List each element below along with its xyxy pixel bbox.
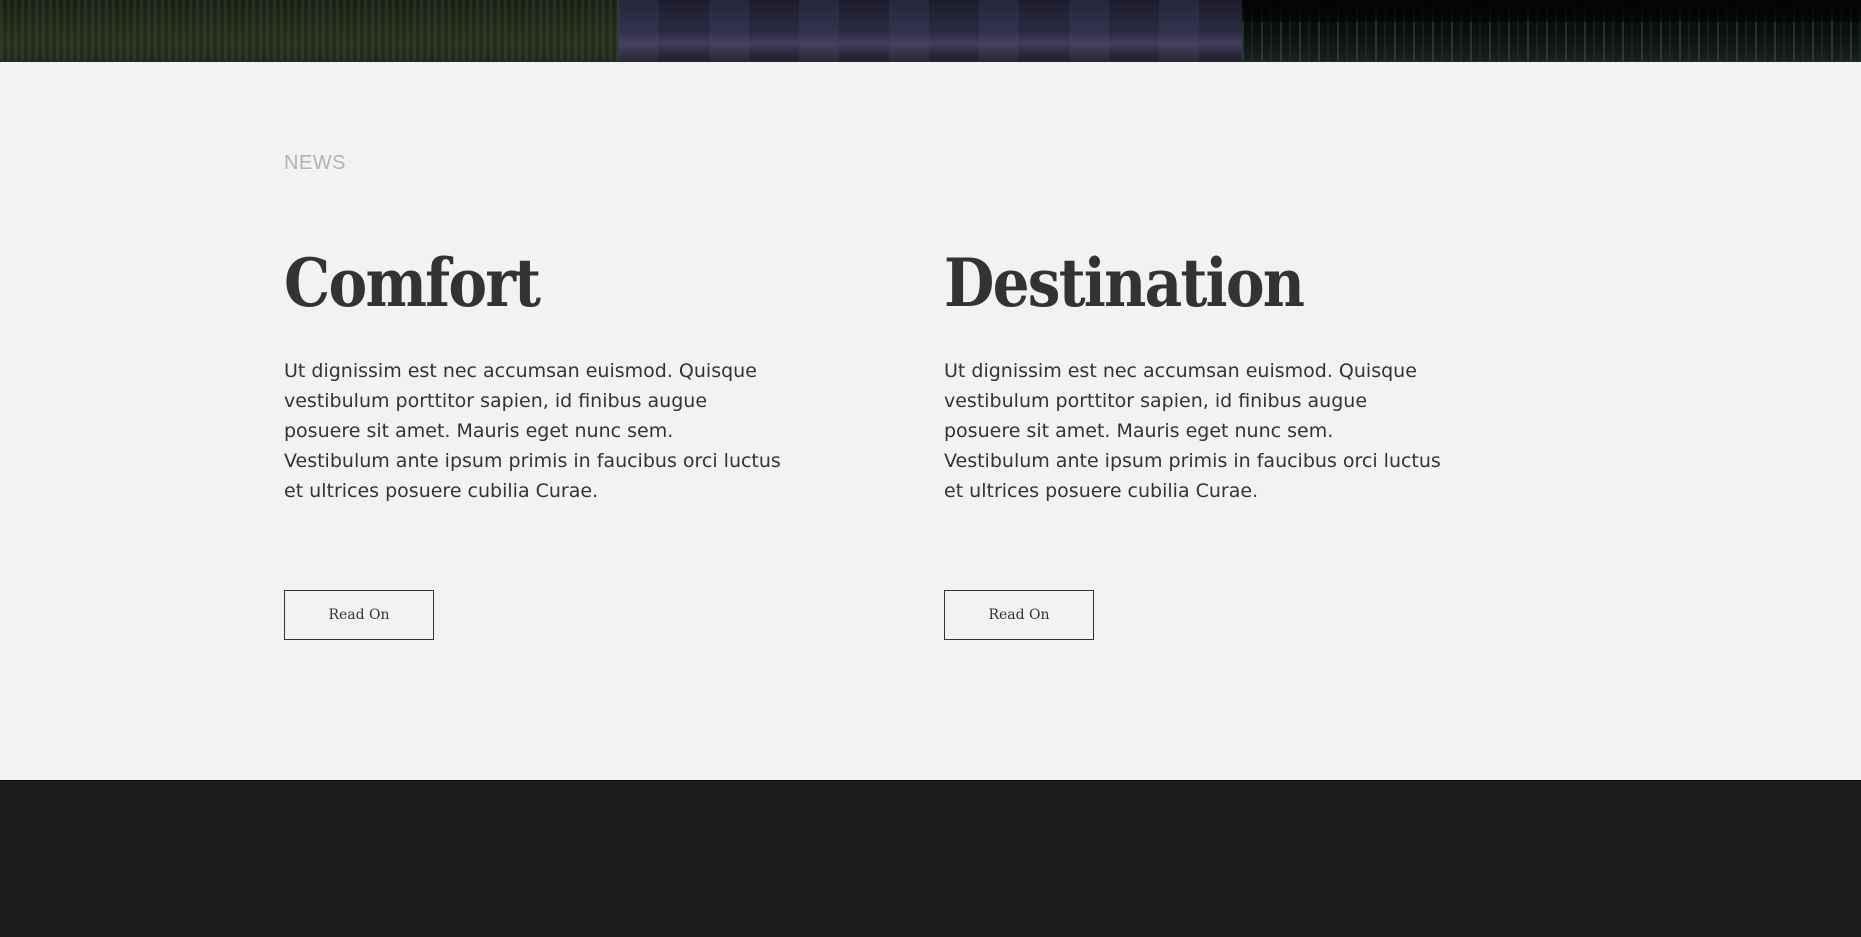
article-title: Comfort (284, 244, 541, 322)
news-article-destination: Destination Ut dignissim est nec accumsa… (944, 250, 1444, 506)
image-gallery-strip (0, 0, 1861, 62)
gallery-image-water[interactable] (618, 0, 1242, 61)
article-body: Ut dignissim est nec accumsan euismod. Q… (284, 360, 781, 502)
news-section: NEWS Comfort Ut dignissim est nec accums… (0, 62, 1861, 780)
article-title: Destination (944, 244, 1305, 322)
read-on-button[interactable]: Read On (284, 590, 434, 640)
gallery-image-grass[interactable] (0, 0, 618, 61)
gallery-image-forest[interactable] (1242, 0, 1861, 61)
read-on-button[interactable]: Read On (944, 590, 1094, 640)
article-body: Ut dignissim est nec accumsan euismod. Q… (944, 360, 1441, 502)
section-label: NEWS (284, 152, 346, 174)
footer (0, 780, 1861, 937)
news-article-comfort: Comfort Ut dignissim est nec accumsan eu… (284, 250, 784, 506)
